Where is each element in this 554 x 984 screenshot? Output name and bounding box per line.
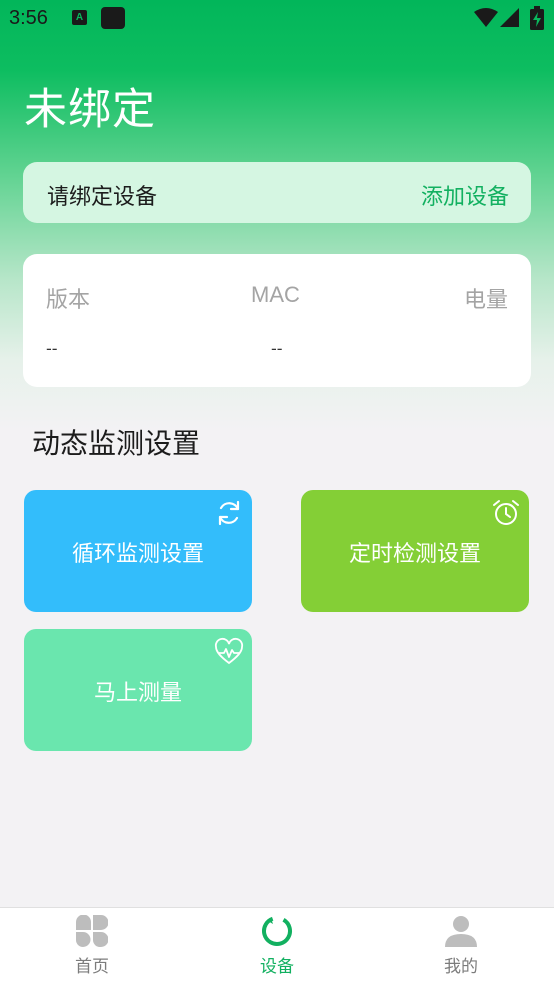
page-title: 未绑定 [24, 85, 156, 135]
status-time: 3:56 [9, 7, 48, 29]
nav-item-device[interactable]: 设备 [227, 908, 327, 984]
refresh-icon [218, 500, 240, 526]
device-ring-icon [262, 916, 292, 946]
four-petal-icon [76, 915, 108, 947]
measure-now-tile[interactable]: 马上测量 [24, 629, 252, 751]
mac-value: -- [271, 339, 283, 358]
version-label: 版本 [46, 288, 91, 313]
bind-device-card: 请绑定设备 添加设备 [23, 162, 531, 223]
mac-label: MAC [251, 282, 300, 307]
bottom-navigation: 首页 设备 我的 [0, 907, 554, 984]
add-device-button[interactable]: 添加设备 [421, 179, 509, 211]
battery-icon [530, 6, 544, 30]
heart-pulse-icon [214, 637, 244, 665]
nav-label-mine: 我的 [444, 957, 478, 977]
alarm-clock-icon [493, 500, 519, 525]
wifi-icon [474, 8, 498, 27]
section-title: 动态监测设置 [32, 427, 201, 460]
timed-check-settings-label: 定时检测设置 [348, 542, 481, 567]
device-info-card: 版本 MAC 电量 -- -- [23, 254, 531, 387]
nav-label-home: 首页 [75, 957, 109, 977]
cycle-monitor-settings-label: 循环监测设置 [71, 542, 204, 567]
notification-a-icon: A [72, 10, 87, 25]
version-value: -- [46, 339, 58, 358]
user-icon [445, 916, 477, 947]
timed-check-settings-tile[interactable]: 定时检测设置 [301, 490, 529, 612]
battery-label: 电量 [463, 288, 508, 313]
nav-item-mine[interactable]: 我的 [411, 908, 511, 984]
nav-item-home[interactable]: 首页 [42, 908, 142, 984]
signal-icon [500, 8, 519, 27]
nav-label-device: 设备 [260, 957, 294, 977]
bind-device-label: 请绑定设备 [47, 185, 158, 210]
measure-now-label: 马上测量 [93, 681, 182, 706]
status-bar: 3:56 A [0, 0, 554, 38]
cycle-monitor-settings-tile[interactable]: 循环监测设置 [24, 490, 252, 612]
notification-app-icon [101, 7, 125, 29]
